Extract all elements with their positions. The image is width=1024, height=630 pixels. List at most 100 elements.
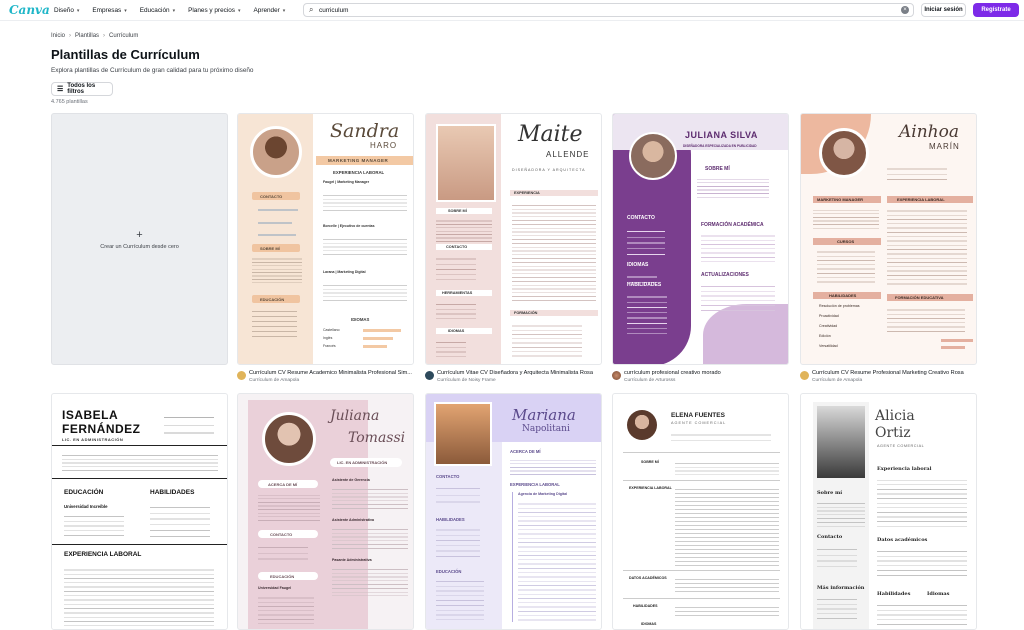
template-title[interactable]: currículum profesional creativo morado: [624, 370, 792, 376]
role-title: MARKETING MANAGER: [328, 158, 389, 163]
name: JULIANA SILVA: [685, 130, 758, 140]
template-title[interactable]: Currículum Vitae CV Diseñadora y Arquite…: [437, 370, 605, 376]
skills-text: [627, 292, 667, 334]
template-card[interactable]: Maite ALLENDE DISEÑADORA Y ARQUITECTA SO…: [425, 113, 602, 365]
section-habilidades: HABILIDADES: [436, 517, 465, 522]
section-contacto: CONTACTO: [270, 532, 293, 537]
search-bar: ⌕ ×: [303, 3, 914, 17]
menu-diseno[interactable]: Diseño ▾: [54, 7, 79, 14]
menu-empresas[interactable]: Empresas ▾: [92, 7, 126, 14]
author-avatar: [800, 371, 809, 380]
name-caps: Tomassi: [348, 430, 406, 446]
template-card[interactable]: Mariana Napolitani ACERCA DE MÍ CONTACTO…: [425, 393, 602, 630]
section-sobre-mi: SOBRE MÍ: [641, 460, 659, 464]
updates-text: [701, 282, 775, 312]
section-contacto: CONTACTO: [627, 215, 655, 221]
menu-label: Diseño: [54, 7, 74, 14]
chevron-down-icon: ▾: [76, 7, 80, 14]
section-sobre-mi: SOBRE MÍ: [260, 246, 280, 251]
breadcrumb-plantillas[interactable]: Plantillas: [75, 33, 99, 39]
contact-text: [671, 430, 771, 442]
menu-planes[interactable]: Planes y precios ▾: [188, 7, 240, 14]
section-idiomas: Idiomas: [927, 591, 950, 597]
template-caption: Currículum Vitae CV Diseñadora y Arquite…: [425, 369, 605, 387]
canva-logo[interactable]: Canva: [9, 3, 50, 17]
lang-bar: [941, 339, 973, 342]
chevron-down-icon: ▾: [124, 7, 127, 14]
template-title[interactable]: Currículum CV Resume Academico Minimalis…: [249, 370, 417, 376]
template-card[interactable]: ISABELA FERNÁNDEZ LIC. EN ADMINISTRACIÓN…: [51, 393, 228, 630]
about-text: [817, 500, 865, 528]
name-caps: Napolitani: [522, 424, 570, 434]
divider: [623, 570, 780, 571]
template-author[interactable]: Currículum de Arturosss: [624, 378, 675, 383]
skill-3: Creatividad: [819, 324, 838, 328]
section-acerca: ACERCA DE MÍ: [510, 449, 541, 454]
create-from-scratch-card[interactable]: + Crear un Currículum desde cero: [51, 113, 228, 365]
template-card[interactable]: Ainhoa MARÍN MARKETING MANAGER EXPERIENC…: [800, 113, 977, 365]
contact-text: [817, 544, 857, 570]
job-1: Faugel | Marketing Manager: [323, 180, 370, 184]
job-3: Larana | Marketing Digital: [323, 270, 366, 274]
template-title[interactable]: Currículum CV Resume Profesional Marketi…: [812, 370, 980, 376]
menu-aprender[interactable]: Aprender ▾: [254, 7, 286, 14]
search-input[interactable]: [319, 5, 899, 15]
role-title: DISEÑADORA Y ARQUITECTA: [512, 168, 586, 172]
lang-3: Francés: [323, 344, 336, 348]
experience-text: [675, 486, 779, 566]
template-card[interactable]: Juliana Tomassi LIC. EN ADMINISTRACIÓN A…: [237, 393, 414, 630]
education-text: [252, 307, 297, 341]
register-button[interactable]: Regístrate: [973, 3, 1019, 17]
skills-text: [877, 601, 967, 627]
about-text: [675, 460, 779, 476]
section-sobre-mi: SOBRE MÍ: [705, 166, 730, 172]
job-2: Asistente Administrativa: [332, 518, 375, 522]
section-contacto: CONTACTO: [446, 245, 468, 249]
login-button[interactable]: Iniciar sesión: [921, 3, 966, 17]
template-card[interactable]: Alicia Ortiz AGENTE COMERCIAL Experienci…: [800, 393, 977, 630]
clear-search-icon[interactable]: ×: [901, 6, 909, 14]
school-name: Universidad Increíble: [64, 504, 108, 509]
filters-label: Todos los filtros: [67, 83, 96, 95]
text-line: [258, 209, 298, 211]
about-text: [697, 176, 769, 198]
divider: [623, 452, 780, 453]
job-desc: [323, 192, 407, 212]
author-avatar: [612, 371, 621, 380]
section-marketing: MARKETING MANAGER: [817, 197, 863, 202]
name-caps: Ortiz: [875, 425, 911, 441]
menu-educacion[interactable]: Educación ▾: [140, 7, 175, 14]
section-idiomas: IDIOMAS: [351, 317, 370, 322]
name-script: Ainhoa: [899, 122, 959, 142]
about-text: [510, 457, 596, 475]
education-text: [877, 547, 967, 577]
template-card[interactable]: JULIANA SILVA DISEÑADORA ESPECIALIZADA E…: [612, 113, 789, 365]
decor-blob: [703, 304, 788, 364]
job-3: Pasante Administrativa: [332, 558, 372, 562]
template-card[interactable]: ELENA FUENTES AGENTE COMERCIAL SOBRE MÍ …: [612, 393, 789, 630]
section-contacto: CONTACTO: [436, 474, 460, 479]
breadcrumb-inicio[interactable]: Inicio: [51, 33, 65, 39]
template-author[interactable]: Currículum de Amapola: [249, 378, 299, 383]
menu-label: Planes y precios: [188, 7, 235, 14]
template-count: 4.765 plantillas: [51, 99, 88, 105]
create-label: Crear un Currículum desde cero: [100, 243, 179, 250]
template-caption: currículum profesional creativo morado C…: [612, 369, 792, 387]
search-icon: ⌕: [309, 5, 314, 14]
section-habilidades: Habilidades: [877, 591, 911, 597]
skill-5: Versatilidad: [819, 344, 838, 348]
experience-text: [512, 202, 596, 302]
contact-text: [627, 226, 665, 256]
tools-text: [436, 300, 476, 322]
experience-text: [518, 500, 596, 622]
role-title: AGENTE COMERCIAL: [671, 421, 727, 425]
section-educacion: EDUCACIÓN: [64, 489, 104, 496]
template-card[interactable]: Sandra HARO MARKETING MANAGER CONTACTO S…: [237, 113, 414, 365]
template-caption: Currículum CV Resume Profesional Marketi…: [800, 369, 980, 387]
all-filters-button[interactable]: ☰ Todos los filtros: [51, 82, 113, 96]
profile-photo: [627, 410, 657, 440]
template-author[interactable]: Currículum de Amapola: [812, 378, 862, 383]
job-desc: [332, 566, 408, 596]
author-avatar: [425, 371, 434, 380]
template-author[interactable]: Currículum de Noisy Frame: [437, 378, 496, 383]
